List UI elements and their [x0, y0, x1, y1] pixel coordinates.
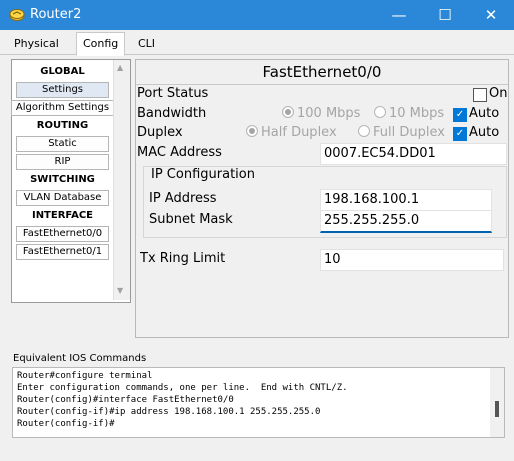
tx-ring-limit-input[interactable]: 10	[320, 249, 504, 271]
mac-address-field[interactable]: 0007.EC54.DD01	[320, 143, 507, 165]
sidebar-item-fastethernet0-1[interactable]: FastEthernet0/1	[16, 244, 109, 260]
radio-icon	[358, 125, 370, 137]
router-app-icon	[9, 9, 25, 21]
sidebar-header-switching: SWITCHING	[30, 174, 95, 185]
scroll-up-icon[interactable]: ▲	[117, 63, 123, 72]
subnet-mask-input[interactable]: 255.255.255.0	[320, 210, 492, 233]
sidebar-item-algorithm-settings[interactable]: Algorithm Settings	[11, 100, 114, 116]
radio-icon	[282, 106, 294, 118]
bandwidth-100-label: 100 Mbps	[297, 106, 361, 121]
ios-commands-label: Equivalent IOS Commands	[13, 353, 147, 364]
bandwidth-auto-label: Auto	[469, 106, 500, 121]
sidebar-item-rip[interactable]: RIP	[16, 154, 109, 170]
radio-icon	[246, 125, 258, 137]
ios-line: Router(config-if)#	[17, 419, 115, 429]
sidebar-item-fastethernet0-0[interactable]: FastEthernet0/0	[16, 226, 109, 242]
config-sidebar: GLOBAL Settings Algorithm Settings ROUTI…	[11, 59, 131, 303]
tab-cli[interactable]: CLI	[132, 34, 161, 54]
bandwidth-label: Bandwidth	[137, 106, 207, 121]
duplex-label: Duplex	[137, 125, 183, 140]
port-status-checkbox[interactable]	[473, 88, 487, 102]
ip-configuration-title: IP Configuration	[149, 167, 257, 182]
maximize-button[interactable]: ☐	[422, 0, 468, 30]
tx-ring-limit-label: Tx Ring Limit	[140, 251, 226, 266]
tab-bar: Physical Config CLI	[0, 30, 514, 56]
bandwidth-100-radio[interactable]: 100 Mbps	[282, 106, 360, 121]
ios-commands-text: Router#configure terminal Enter configur…	[13, 368, 504, 432]
subnet-mask-label: Subnet Mask	[149, 212, 233, 227]
sidebar-item-settings[interactable]: Settings	[16, 82, 109, 98]
ip-address-input[interactable]: 198.168.100.1	[320, 189, 492, 211]
sidebar-header-global: GLOBAL	[40, 66, 85, 77]
port-status-label: Port Status	[137, 86, 209, 101]
ios-commands-console: Router#configure terminal Enter configur…	[12, 367, 505, 438]
bandwidth-10-label: 10 Mbps	[389, 106, 445, 121]
sidebar-list: GLOBAL Settings Algorithm Settings ROUTI…	[11, 63, 114, 262]
duplex-full-radio[interactable]: Full Duplex	[358, 125, 445, 140]
ios-line: Enter configuration commands, one per li…	[17, 383, 348, 393]
tab-physical[interactable]: Physical	[8, 34, 65, 54]
duplex-auto-checkbox[interactable]: ✓	[453, 127, 467, 141]
sidebar-header-routing: ROUTING	[36, 120, 89, 131]
console-scroll-thumb[interactable]	[495, 401, 499, 417]
tab-config[interactable]: Config	[76, 32, 126, 56]
sidebar-item-static[interactable]: Static	[16, 136, 109, 152]
bandwidth-auto-checkbox[interactable]: ✓	[453, 108, 467, 122]
bandwidth-10-radio[interactable]: 10 Mbps	[374, 106, 444, 121]
minimize-button[interactable]: —	[376, 0, 422, 30]
console-scrollbar[interactable]	[490, 368, 504, 437]
sidebar-header-interface: INTERFACE	[31, 210, 94, 221]
sidebar-item-vlan-database[interactable]: VLAN Database	[16, 190, 109, 206]
duplex-half-label: Half Duplex	[261, 125, 337, 140]
radio-icon	[374, 106, 386, 118]
ios-line: Router(config)#interface FastEthernet0/0	[17, 395, 234, 405]
duplex-half-radio[interactable]: Half Duplex	[246, 125, 337, 140]
ip-address-label: IP Address	[149, 191, 217, 206]
title-bar: Router2 — ☐ ✕	[0, 0, 514, 30]
duplex-full-label: Full Duplex	[373, 125, 445, 140]
interface-config-panel: FastEthernet0/0 Port Status On Bandwidth…	[135, 59, 509, 338]
sidebar-scrollbar[interactable]: ▲ ▼	[113, 60, 130, 300]
window-title: Router2	[30, 7, 82, 22]
ios-line: Router#configure terminal	[17, 371, 153, 381]
ios-line: Router(config-if)#ip address 198.168.100…	[17, 407, 321, 417]
duplex-auto-label: Auto	[469, 125, 500, 140]
mac-address-label: MAC Address	[137, 145, 222, 160]
close-button[interactable]: ✕	[468, 0, 514, 30]
panel-title: FastEthernet0/0	[136, 60, 508, 85]
port-status-on-label: On	[489, 86, 508, 101]
scroll-down-icon[interactable]: ▼	[117, 286, 123, 295]
